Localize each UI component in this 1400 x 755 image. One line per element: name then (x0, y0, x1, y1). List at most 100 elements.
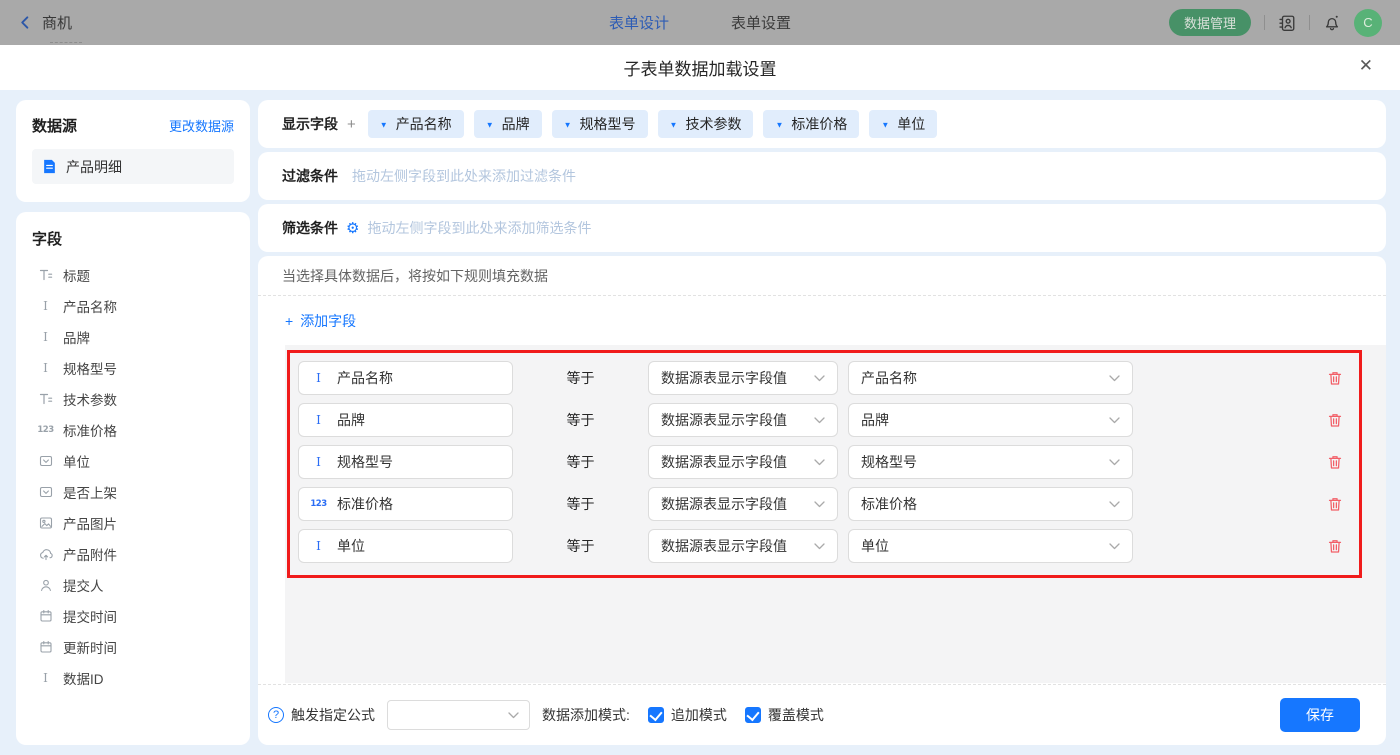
topbar-tab[interactable]: 表单设计 (609, 12, 669, 33)
rules-card: 当选择具体数据后，将按如下规则填充数据 +添加字段 I 产品名称 等于 (258, 256, 1386, 745)
datasource-item[interactable]: 产品明细 (32, 149, 234, 184)
chevron-down-icon (814, 543, 825, 550)
select-icon (38, 485, 53, 499)
field-item-label: 产品附件 (63, 544, 117, 564)
contacts-icon[interactable] (1278, 14, 1296, 32)
field-item[interactable]: 123 标准价格 (32, 414, 234, 445)
delete-rule-icon[interactable] (1327, 412, 1343, 428)
main-panel: 显示字段 + ▼ 产品名称 ▼ 品牌 ▼ 规格型号 (258, 100, 1386, 745)
rule-row: I 品牌 等于 数据源表显示字段值 品牌 (298, 403, 1359, 437)
field-item[interactable]: 是否上架 (32, 476, 234, 507)
mode-checkbox[interactable] (648, 707, 664, 723)
gear-icon[interactable]: ⚙ (346, 221, 359, 236)
form-doc-icon (42, 159, 57, 174)
field-item[interactable]: 提交人 (32, 569, 234, 600)
data-add-mode-label: 数据添加模式: (542, 705, 630, 725)
tag-label: 标准价格 (791, 114, 847, 134)
data-manage-button[interactable]: 数据管理 (1169, 9, 1251, 36)
field-item[interactable]: 产品图片 (32, 507, 234, 538)
back-icon[interactable] (18, 15, 33, 30)
rule-field-label: 产品名称 (337, 368, 393, 388)
display-field-tag[interactable]: ▼ 单位 (869, 110, 937, 138)
rule-value-select[interactable]: 产品名称 (848, 361, 1133, 395)
tag-label: 品牌 (502, 114, 530, 134)
chevron-down-icon (1109, 375, 1120, 382)
display-field-tag[interactable]: ▼ 产品名称 (368, 110, 464, 138)
tag-label: 规格型号 (580, 114, 636, 134)
rule-source-select[interactable]: 数据源表显示字段值 (648, 361, 838, 395)
topbar-tabs: 表单设计 表单设置 (609, 12, 791, 33)
field-item[interactable]: 更新时间 (32, 631, 234, 662)
textarea-icon (38, 392, 53, 406)
tag-label: 单位 (897, 114, 925, 134)
rule-field[interactable]: I 产品名称 (298, 361, 513, 395)
field-item[interactable]: 单位 (32, 445, 234, 476)
filter-drop-zone[interactable]: 拖动左侧字段到此处来添加过滤条件 (352, 166, 576, 186)
topbar-right: 数据管理 C (791, 9, 1382, 37)
rule-field[interactable]: 123 标准价格 (298, 487, 513, 521)
topbar-tab[interactable]: 表单设置 (731, 12, 791, 33)
rule-source-select[interactable]: 数据源表显示字段值 (648, 529, 838, 563)
rule-field[interactable]: I 品牌 (298, 403, 513, 437)
display-field-tags: ▼ 产品名称 ▼ 品牌 ▼ 规格型号 ▼ 技术 (368, 110, 938, 138)
text-icon: I (311, 414, 326, 426)
rule-field[interactable]: I 单位 (298, 529, 513, 563)
change-datasource-link[interactable]: 更改数据源 (169, 116, 234, 135)
display-field-tag[interactable]: ▼ 品牌 (474, 110, 542, 138)
field-item-label: 是否上架 (63, 482, 117, 502)
mode-checkbox[interactable] (745, 707, 761, 723)
field-item[interactable]: 提交时间 (32, 600, 234, 631)
rule-row: I 规格型号 等于 数据源表显示字段值 规格型号 (298, 445, 1359, 479)
rule-value-select[interactable]: 单位 (848, 529, 1133, 563)
rule-operator: 等于 (513, 368, 648, 388)
rule-value: 产品名称 (861, 368, 917, 388)
field-item-label: 单位 (63, 451, 90, 471)
field-item-label: 技术参数 (63, 389, 117, 409)
rule-value-select[interactable]: 规格型号 (848, 445, 1133, 479)
rule-value-select[interactable]: 品牌 (848, 403, 1133, 437)
field-item-label: 数据ID (63, 668, 104, 688)
delete-rule-icon[interactable] (1327, 454, 1343, 470)
field-item-label: 更新时间 (63, 637, 117, 657)
display-field-tag[interactable]: ▼ 技术参数 (658, 110, 754, 138)
caret-down-icon: ▼ (775, 120, 783, 129)
save-button[interactable]: 保存 (1280, 698, 1360, 732)
rule-operator: 等于 (513, 410, 648, 430)
field-item[interactable]: 标题 (32, 259, 234, 290)
rule-source-select[interactable]: 数据源表显示字段值 (648, 403, 838, 437)
field-item-label: 提交时间 (63, 606, 117, 626)
field-item-label: 标准价格 (63, 420, 117, 440)
field-item[interactable]: I 数据ID (32, 662, 234, 693)
user-avatar[interactable]: C (1354, 9, 1382, 37)
close-icon[interactable]: ✕ (1359, 57, 1373, 74)
mode-option: 追加模式 (630, 705, 727, 725)
delete-rule-icon[interactable] (1327, 496, 1343, 512)
rule-value: 标准价格 (861, 494, 917, 514)
add-field-link[interactable]: +添加字段 (285, 311, 356, 331)
caret-down-icon: ▼ (380, 120, 388, 129)
field-item[interactable]: I 规格型号 (32, 352, 234, 383)
rule-source-select[interactable]: 数据源表显示字段值 (648, 487, 838, 521)
field-item[interactable]: 产品附件 (32, 538, 234, 569)
mode-options: 追加模式 覆盖模式 (630, 705, 824, 725)
help-icon[interactable]: ? (268, 707, 284, 723)
rule-field[interactable]: I 规格型号 (298, 445, 513, 479)
display-field-tag[interactable]: ▼ 规格型号 (552, 110, 648, 138)
field-item[interactable]: I 产品名称 (32, 290, 234, 321)
delete-rule-icon[interactable] (1327, 538, 1343, 554)
notification-bell-icon[interactable] (1323, 14, 1341, 32)
add-display-field-icon[interactable]: + (347, 116, 356, 133)
form-name[interactable]: 商机 (42, 12, 72, 33)
rule-source-select[interactable]: 数据源表显示字段值 (648, 445, 838, 479)
rule-value-select[interactable]: 标准价格 (848, 487, 1133, 521)
datasource-title: 数据源 (32, 115, 77, 136)
field-item[interactable]: 技术参数 (32, 383, 234, 414)
field-item[interactable]: I 品牌 (32, 321, 234, 352)
formula-select[interactable] (387, 700, 530, 730)
rule-field-label: 规格型号 (337, 452, 393, 472)
display-field-tag[interactable]: ▼ 标准价格 (763, 110, 859, 138)
screen-drop-zone[interactable]: 拖动左侧字段到此处来添加筛选条件 (367, 218, 591, 238)
delete-rule-icon[interactable] (1327, 370, 1343, 386)
text-icon: I (38, 672, 53, 684)
rule-source-value: 数据源表显示字段值 (661, 494, 787, 514)
